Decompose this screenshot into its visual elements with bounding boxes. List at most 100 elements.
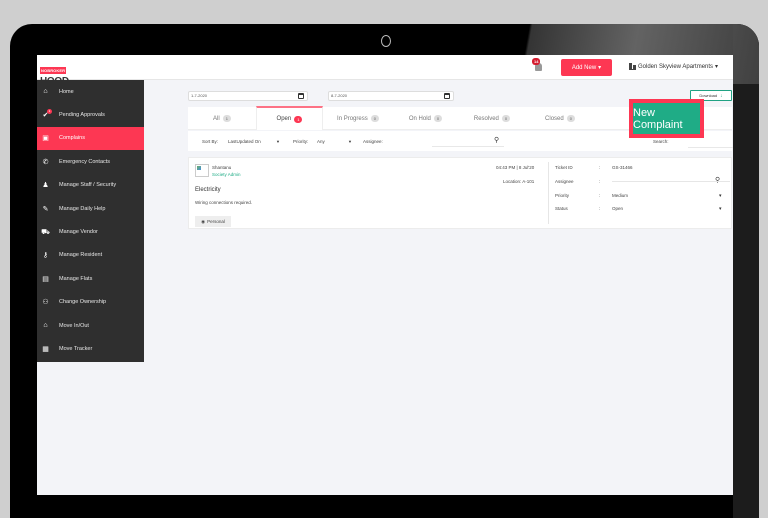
caret-down-icon: ▾ (598, 65, 602, 71)
complaint-icon: ▣ (42, 135, 49, 143)
ticket-id-value: GS-31466 (612, 165, 633, 170)
colon: : (599, 179, 601, 184)
tab-on-hold[interactable]: On Hold 0 (393, 107, 458, 130)
sidebar-item-label: Complains (59, 135, 85, 142)
tab-count: 1 (294, 115, 303, 123)
tab-closed[interactable]: Closed 0 (526, 107, 594, 130)
sidebar-item-label: Manage Staff / Security (59, 182, 117, 189)
society-name: Golden Skyview Apartments (638, 63, 714, 70)
divider (548, 162, 549, 224)
assignee-label: Assignee (555, 179, 574, 184)
colon: : (599, 193, 601, 198)
sidebar-item-label: Manage Daily Help (59, 205, 106, 212)
new-complaint-button[interactable]: New Complaint (633, 103, 700, 134)
new-complaint-highlight: New Complaint (629, 99, 704, 138)
sidebar-item-manage-vendor[interactable]: ⛟ Manage Vendor (37, 220, 144, 243)
sidebar-item-manage-staff[interactable]: ♟ Manage Staff / Security (37, 174, 144, 197)
complaint-category: Electricity (195, 187, 221, 193)
caret-down-icon: ▼ (348, 139, 352, 144)
priority-label: Priority: (293, 139, 309, 144)
laptop-frame: NOBROKER HOOD 14 Add New ▾ Golden Skyvie… (10, 24, 759, 518)
user-role: Society Admin (212, 172, 241, 177)
ticket-id-label: Ticket ID (555, 165, 573, 170)
sidebar-item-change-ownership[interactable]: ⚇ Change Ownership (37, 291, 144, 314)
person-icon: ♟ (42, 182, 49, 190)
notification-button[interactable]: 14 (532, 58, 544, 71)
webcam (381, 35, 391, 47)
clipboard-icon: ▦ (42, 345, 49, 353)
tab-label: In Progress (337, 115, 368, 122)
assignee-input[interactable] (432, 146, 504, 147)
sidebar-item-label: Home (59, 88, 74, 95)
avatar (195, 164, 209, 177)
search-icon[interactable]: ⚲ (715, 176, 720, 184)
search-label: Search: (653, 139, 669, 144)
add-new-button[interactable]: Add New ▾ (561, 59, 612, 76)
priority-select[interactable]: Medium (612, 193, 628, 198)
search-input[interactable] (688, 147, 733, 148)
tab-count: 0 (370, 115, 379, 122)
main-content: 1-7-2020 8-7-2020 Download ↓ All 1 Open 1 … (144, 80, 733, 495)
check-badge-icon: ✔ 1 (42, 108, 52, 120)
truck-icon: ⛟ (41, 228, 50, 236)
sidebar-item-complains[interactable]: ▣ Complains (37, 126, 144, 151)
sidebar-item-manage-flats[interactable]: ▤ Manage Flats (37, 267, 144, 290)
caret-down-icon: ▾ (715, 64, 719, 70)
sidebar-item-home[interactable]: ⌂ Home (37, 80, 144, 103)
calendar-icon[interactable] (444, 93, 450, 99)
building-icon (629, 62, 636, 70)
search-icon[interactable]: ⚲ (494, 136, 499, 144)
sidebar-item-label: Manage Vendor (59, 229, 98, 236)
sidebar-item-label: Manage Flats (59, 275, 93, 282)
frame-edge (733, 24, 759, 518)
notification-badge: 14 (532, 58, 541, 65)
society-selector[interactable]: Golden Skyview Apartments ▾ (629, 62, 719, 70)
date-to-value: 8-7-2020 (331, 93, 348, 98)
sidebar-item-label: Emergency Contacts (59, 158, 111, 165)
tab-label: Resolved (473, 115, 499, 122)
key-icon: ⚷ (42, 252, 49, 260)
sort-by-label: Sort By: (202, 139, 219, 144)
colon: : (599, 206, 601, 211)
tab-label: On Hold (408, 115, 431, 122)
sort-by-select[interactable]: LastUpdated On (228, 139, 261, 144)
colon: : (599, 165, 601, 170)
sidebar-item-label: Move In/Out (59, 322, 89, 329)
tab-in-progress[interactable]: In Progress 0 (323, 107, 393, 130)
sidebar-item-label: Pending Approvals (59, 112, 105, 119)
home-icon: ⌂ (43, 88, 48, 96)
complaint-location: Location: A-101 (503, 179, 535, 184)
sidebar-item-emergency-contacts[interactable]: ✆ Emergency Contacts (37, 150, 144, 173)
sidebar-item-manage-resident[interactable]: ⚷ Manage Resident (37, 244, 144, 267)
date-to-input[interactable]: 8-7-2020 (328, 91, 454, 101)
sidebar-item-move-tracker[interactable]: ▦ Move Tracker (37, 337, 144, 360)
add-new-label: Add New (571, 64, 597, 71)
sidebar-item-manage-daily-help[interactable]: ✎ Manage Daily Help (37, 197, 144, 220)
eye-icon: ◉ (201, 218, 206, 224)
sidebar-item-pending-approvals[interactable]: ✔ 1 Pending Approvals (37, 103, 144, 126)
tab-resolved[interactable]: Resolved 0 (458, 107, 526, 130)
top-bar: NOBROKER HOOD 14 Add New ▾ Golden Skyvie… (37, 55, 733, 87)
tab-label: Closed (545, 115, 564, 122)
sidebar-item-move-in-out[interactable]: ⌂ Move In/Out (37, 314, 144, 337)
caret-down-icon: ▾ (719, 206, 722, 212)
priority-select[interactable]: Any (317, 139, 325, 144)
caret-down-icon: ▼ (276, 139, 280, 144)
app-screen: NOBROKER HOOD 14 Add New ▾ Golden Skyvie… (37, 55, 733, 495)
tab-open[interactable]: Open 1 (256, 106, 323, 130)
house-move-icon: ⌂ (43, 322, 48, 330)
date-from-value: 1-7-2020 (191, 93, 208, 98)
tab-all[interactable]: All 1 (188, 107, 256, 130)
tab-count: 1 (222, 115, 231, 122)
pending-badge: 1 (47, 108, 52, 114)
tab-count: 0 (433, 115, 443, 122)
assignee-label: Assignee: (363, 139, 383, 144)
status-select[interactable]: Open (612, 206, 623, 211)
status-label: Status (555, 206, 568, 211)
complaint-card[interactable]: Shantanu Society Admin Electricity Wirin… (188, 157, 732, 229)
sidebar-item-label: Change Ownership (59, 299, 107, 306)
visibility-label: Personal (207, 219, 225, 224)
date-from-input[interactable]: 1-7-2020 (188, 91, 308, 101)
phone-icon: ✆ (42, 158, 49, 166)
calendar-icon[interactable] (298, 93, 304, 99)
